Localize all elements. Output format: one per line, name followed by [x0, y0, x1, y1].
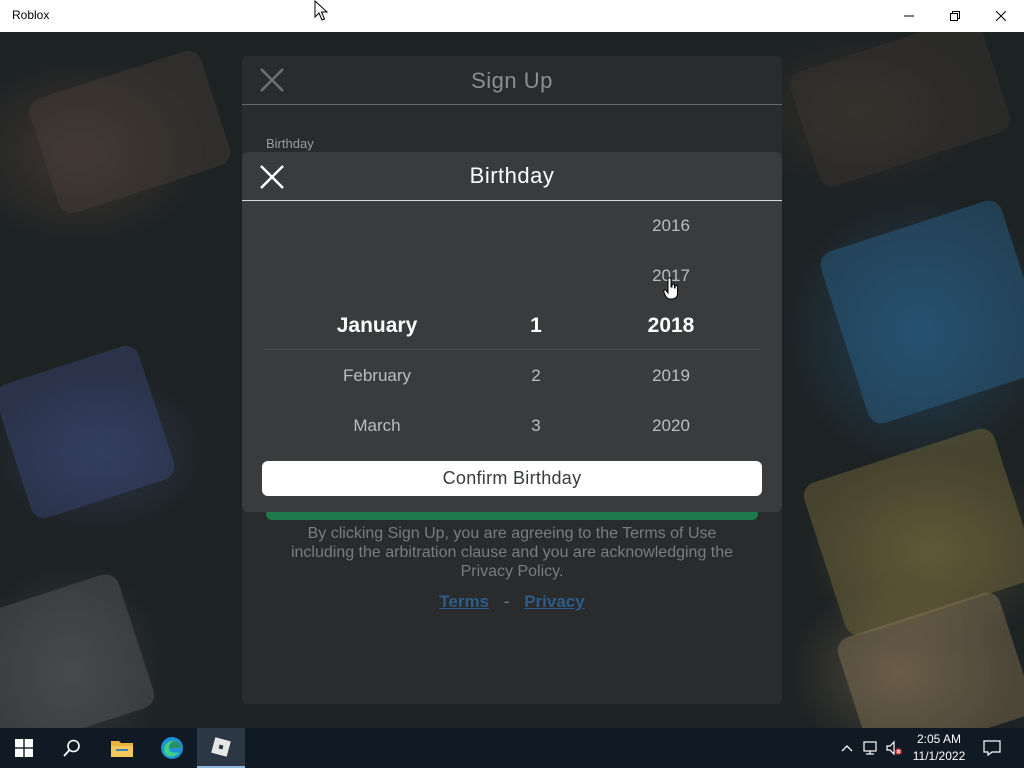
- edge-browser-icon: [161, 737, 183, 759]
- birthday-modal-header: Birthday: [242, 152, 782, 201]
- start-button[interactable]: [0, 728, 48, 768]
- system-clock[interactable]: 2:05 AM 11/1/2022: [910, 731, 968, 765]
- restore-button[interactable]: [932, 0, 978, 32]
- month-option[interactable]: March: [302, 414, 452, 431]
- year-option[interactable]: 2019: [631, 364, 711, 388]
- minimize-icon: [904, 15, 914, 17]
- roblox-taskbar-button[interactable]: [197, 728, 245, 768]
- year-option[interactable]: 2020: [631, 414, 711, 431]
- search-icon: [63, 739, 80, 757]
- day-option[interactable]: 3: [496, 414, 576, 431]
- day-option-selected[interactable]: 1: [496, 314, 576, 338]
- file-explorer-icon: [111, 741, 133, 757]
- taskbar-search-button[interactable]: [48, 728, 96, 768]
- month-wheel[interactable]: January February March: [302, 201, 452, 431]
- year-option[interactable]: 2016: [631, 214, 711, 238]
- year-wheel[interactable]: 2016 2017 2018 2019 2020: [631, 201, 711, 431]
- birthday-modal: Birthday January February March 1 2 3 20…: [242, 152, 782, 512]
- edge-browser-button[interactable]: [148, 728, 196, 768]
- window-title-bar: Roblox: [0, 0, 1024, 32]
- minimize-button[interactable]: [886, 0, 932, 32]
- hand-pointer-icon: [663, 277, 678, 300]
- network-icon[interactable]: [862, 740, 878, 756]
- date-picker: January February March 1 2 3 2016 2017 2…: [242, 201, 782, 431]
- close-window-button[interactable]: [978, 0, 1024, 32]
- month-option[interactable]: February: [302, 364, 452, 388]
- arrow-cursor-icon: [314, 0, 328, 21]
- sign-up-button[interactable]: [266, 512, 758, 520]
- year-option-selected[interactable]: 2018: [631, 314, 711, 338]
- birthday-field-label: Birthday: [266, 136, 314, 151]
- clock-date: 11/1/2022: [912, 749, 966, 763]
- selection-divider: [264, 349, 760, 350]
- close-icon: [996, 11, 1006, 21]
- link-separator: -: [503, 592, 510, 611]
- volume-muted-icon[interactable]: [886, 740, 902, 756]
- legal-links: Terms - Privacy: [242, 592, 782, 612]
- sign-up-title: Sign Up: [471, 68, 553, 93]
- legal-text: By clicking Sign Up, you are agreeing to…: [290, 525, 734, 580]
- confirm-birthday-button[interactable]: Confirm Birthday: [262, 461, 762, 496]
- windows-start-icon: [15, 739, 33, 757]
- day-wheel[interactable]: 1 2 3: [496, 201, 576, 431]
- day-option[interactable]: 2: [496, 364, 576, 388]
- terms-link[interactable]: Terms: [439, 592, 489, 611]
- birthday-modal-title: Birthday: [469, 163, 555, 188]
- window-title: Roblox: [12, 8, 50, 22]
- taskbar: 2:05 AM 11/1/2022: [0, 728, 1024, 768]
- month-option-selected[interactable]: January: [302, 314, 452, 338]
- sign-up-header: Sign Up: [242, 56, 782, 105]
- clock-time: 2:05 AM: [916, 732, 962, 746]
- restore-icon: [950, 11, 960, 21]
- chevron-up-icon[interactable]: [839, 740, 855, 756]
- privacy-link[interactable]: Privacy: [524, 592, 585, 611]
- roblox-app-icon: [211, 737, 231, 757]
- file-explorer-button[interactable]: [98, 728, 146, 768]
- notification-icon[interactable]: [983, 739, 1001, 757]
